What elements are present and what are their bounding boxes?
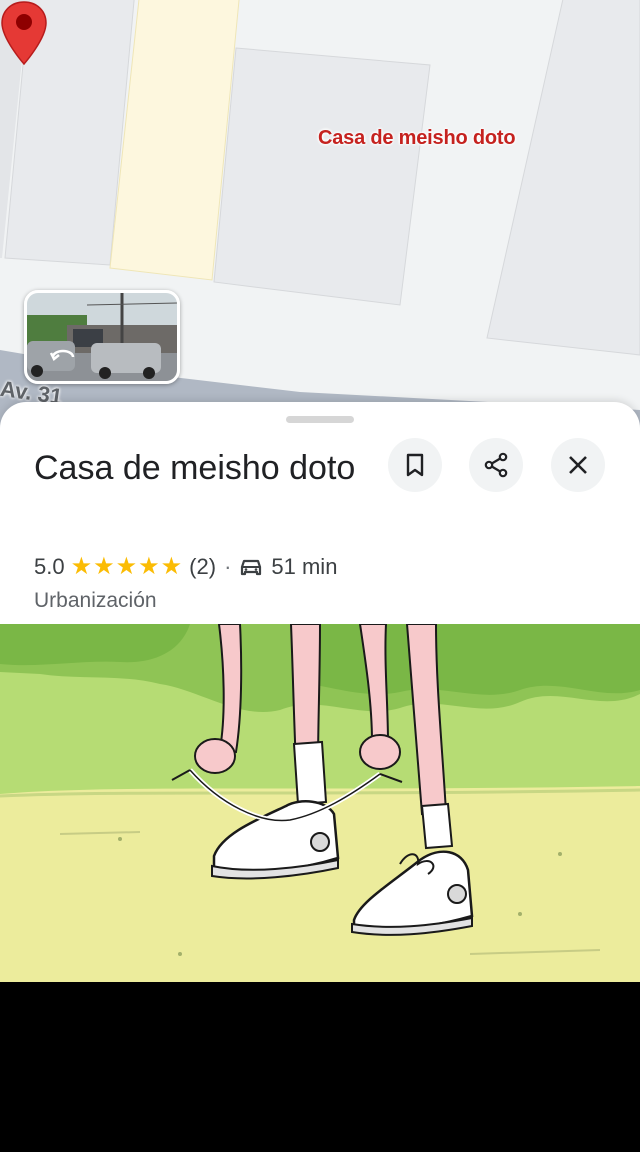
travel-time[interactable]: 51 min [271,554,337,580]
rating-stars: ★★★★★ [70,553,184,580]
black-bar [0,982,640,1152]
place-category: Urbanización [34,589,157,612]
place-bottom-sheet[interactable]: Casa de meisho doto 5.0 ★★★★★ (2) · 51 m… [0,402,640,624]
close-button[interactable] [551,438,605,492]
save-button[interactable] [388,438,442,492]
car-icon [241,559,262,575]
close-icon [569,456,587,474]
pin-label[interactable]: Casa de meisho doto [318,127,516,150]
rating-value: 5.0 [34,553,65,579]
street-view-thumbnail[interactable] [24,290,180,384]
review-count[interactable]: (2) [189,554,216,580]
location-pin-icon[interactable] [0,0,48,66]
separator: · [224,553,232,579]
rating-row[interactable]: 5.0 ★★★★★ (2) · 51 min [34,552,337,581]
cartoon-image [0,624,640,982]
drag-handle[interactable] [286,416,354,423]
share-button[interactable] [469,438,523,492]
map-view[interactable]: Casa de meisho doto Av. 31 [0,0,640,440]
bookmark-icon [406,453,424,477]
share-icon [484,452,508,478]
street-view-rotate-icon [49,349,75,361]
place-title: Casa de meisho doto [34,449,356,487]
